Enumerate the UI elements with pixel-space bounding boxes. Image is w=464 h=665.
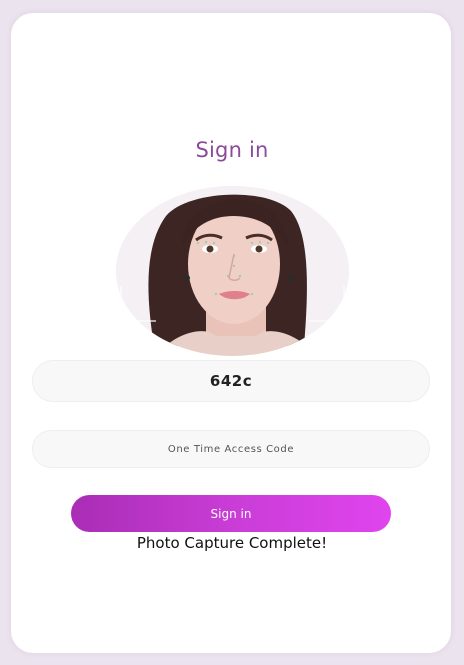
captured-face-photo <box>116 186 349 356</box>
one-time-access-code-input[interactable] <box>32 430 430 468</box>
page-title: Sign in <box>195 138 269 162</box>
status-message: Photo Capture Complete! <box>136 534 328 552</box>
sign-in-button[interactable]: Sign in <box>71 495 391 532</box>
access-id-input[interactable] <box>32 360 430 402</box>
